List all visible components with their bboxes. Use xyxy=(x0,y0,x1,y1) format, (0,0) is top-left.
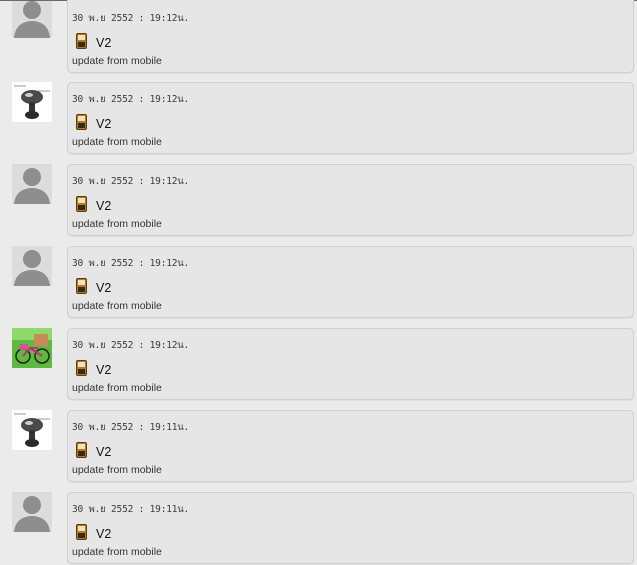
source-text: update from mobile xyxy=(72,55,162,67)
status-title[interactable]: V2 xyxy=(96,527,111,541)
status-title[interactable]: V2 xyxy=(96,445,111,459)
source-text: update from mobile xyxy=(72,546,162,558)
source-text: update from mobile xyxy=(72,300,162,312)
status-bubble: 30 พ.ย 2552 : 19:12น. V2 update from mob… xyxy=(67,0,634,73)
status-title[interactable]: V2 xyxy=(96,199,111,213)
status-bubble: 30 พ.ย 2552 : 19:12น. V2 update from mob… xyxy=(67,246,634,318)
source-text: update from mobile xyxy=(72,136,162,148)
status-title[interactable]: V2 xyxy=(96,117,111,131)
mobile-phone-icon xyxy=(76,196,87,212)
status-bubble: 30 พ.ย 2552 : 19:12น. V2 update from mob… xyxy=(67,328,634,400)
feed-item: 30 พ.ย 2552 : 19:11น. V2 update from mob… xyxy=(0,410,637,492)
mobile-phone-icon xyxy=(76,278,87,294)
timestamp: 30 พ.ย 2552 : 19:12น. xyxy=(72,258,190,269)
mushroom-avatar-icon xyxy=(12,82,52,122)
mobile-phone-icon xyxy=(76,114,87,130)
timestamp: 30 พ.ย 2552 : 19:11น. xyxy=(72,422,190,433)
avatar[interactable] xyxy=(12,82,52,122)
avatar[interactable] xyxy=(12,164,52,204)
avatar[interactable] xyxy=(12,328,52,368)
default-avatar-icon xyxy=(12,164,52,204)
feed-item: 30 พ.ย 2552 : 19:11น. V2 update from mob… xyxy=(0,492,637,565)
status-feed: 30 พ.ย 2552 : 19:12น. V2 update from mob… xyxy=(0,0,637,565)
status-title[interactable]: V2 xyxy=(96,363,111,377)
mushroom-avatar-icon xyxy=(12,410,52,450)
status-title[interactable]: V2 xyxy=(96,36,111,50)
avatar[interactable] xyxy=(12,492,52,532)
feed-item: 30 พ.ย 2552 : 19:12น. V2 update from mob… xyxy=(0,328,637,410)
source-text: update from mobile xyxy=(72,382,162,394)
status-bubble: 30 พ.ย 2552 : 19:12น. V2 update from mob… xyxy=(67,164,634,236)
default-avatar-icon xyxy=(12,1,52,38)
avatar[interactable] xyxy=(12,1,52,38)
bicycle-photo-icon xyxy=(12,328,52,368)
source-text: update from mobile xyxy=(72,218,162,230)
source-text: update from mobile xyxy=(72,464,162,476)
mobile-phone-icon xyxy=(76,524,87,540)
mobile-phone-icon xyxy=(76,442,87,458)
status-bubble: 30 พ.ย 2552 : 19:12น. V2 update from mob… xyxy=(67,82,634,154)
timestamp: 30 พ.ย 2552 : 19:12น. xyxy=(72,94,190,105)
feed-item: 30 พ.ย 2552 : 19:12น. V2 update from mob… xyxy=(0,164,637,246)
timestamp: 30 พ.ย 2552 : 19:12น. xyxy=(72,13,190,24)
feed-item: 30 พ.ย 2552 : 19:12น. V2 update from mob… xyxy=(0,246,637,328)
timestamp: 30 พ.ย 2552 : 19:11น. xyxy=(72,504,190,515)
avatar[interactable] xyxy=(12,410,52,450)
feed-item: 30 พ.ย 2552 : 19:12น. V2 update from mob… xyxy=(0,0,637,83)
mobile-phone-icon xyxy=(76,360,87,376)
timestamp: 30 พ.ย 2552 : 19:12น. xyxy=(72,340,190,351)
status-bubble: 30 พ.ย 2552 : 19:11น. V2 update from mob… xyxy=(67,492,634,564)
status-bubble: 30 พ.ย 2552 : 19:11น. V2 update from mob… xyxy=(67,410,634,482)
avatar[interactable] xyxy=(12,246,52,286)
default-avatar-icon xyxy=(12,492,52,532)
timestamp: 30 พ.ย 2552 : 19:12น. xyxy=(72,176,190,187)
mobile-phone-icon xyxy=(76,33,87,49)
default-avatar-icon xyxy=(12,246,52,286)
status-title[interactable]: V2 xyxy=(96,281,111,295)
feed-item: 30 พ.ย 2552 : 19:12น. V2 update from mob… xyxy=(0,82,637,164)
